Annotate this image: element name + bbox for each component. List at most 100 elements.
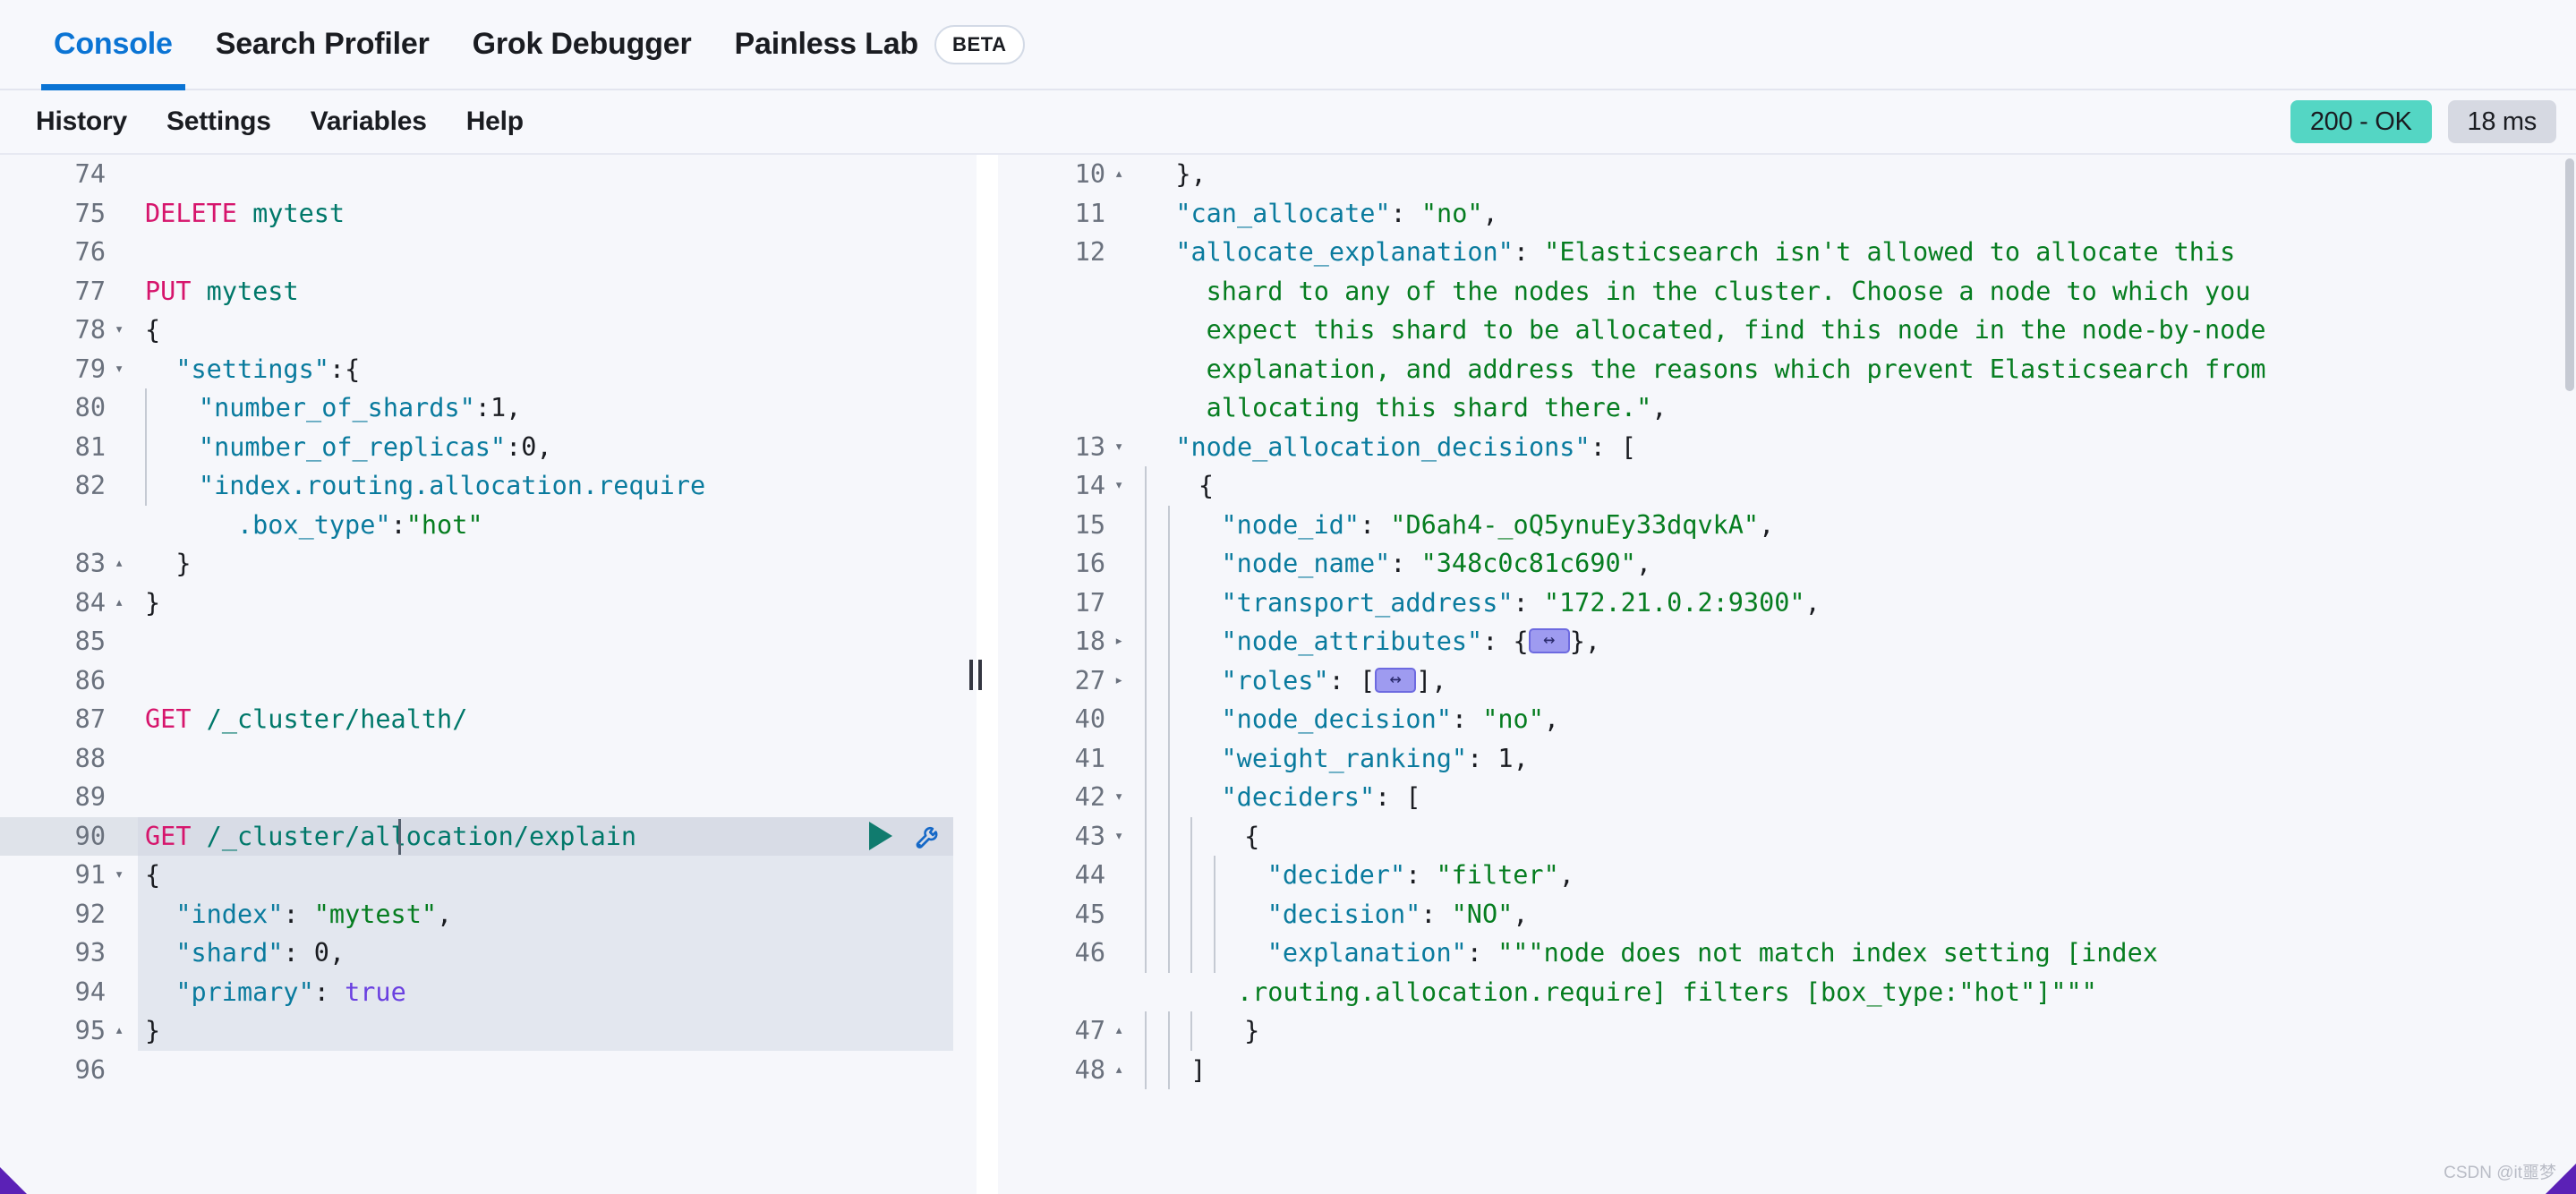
pane-splitter[interactable] (953, 155, 998, 1194)
code-line[interactable]: 77 PUT mytest (0, 272, 953, 311)
code-line[interactable]: 87 GET /_cluster/health/ (0, 700, 953, 739)
code-line[interactable]: 93 "shard": 0, (0, 934, 953, 973)
code-line[interactable]: 17 "transport_address": "172.21.0.2:9300… (998, 583, 2576, 623)
request-editor-pane[interactable]: 74 75 DELETE mytest 76 77 PUT mytest 78 ▾{79 ▾ "… (0, 155, 953, 1194)
indent-guide (145, 388, 168, 428)
code-line[interactable]: 96 (0, 1051, 953, 1090)
code-line[interactable]: 15 "node_id": "D6ah4-_oQ5ynuEy33dqvkA", (998, 505, 2576, 545)
tab-painless-lab[interactable]: Painless Lab BETA (713, 0, 1046, 89)
code-line[interactable]: 90 GET /_cluster/allocation/explain (0, 816, 953, 857)
code-line[interactable]: 40 "node_decision": "no", (998, 700, 2576, 739)
fold-toggle-down-icon[interactable]: ▾ (1113, 778, 1138, 817)
code-line[interactable]: 89 (0, 778, 953, 817)
code-line[interactable]: 14 ▾ { (998, 466, 2576, 506)
fold-toggle-down-icon[interactable]: ▾ (1113, 428, 1138, 467)
code-line[interactable]: 47 ▴ } (998, 1011, 2576, 1051)
code-token: "explanation" (1267, 938, 1467, 968)
code-line[interactable]: 44 "decider": "filter", (998, 856, 2576, 895)
line-number: 92 (74, 899, 106, 929)
code-line[interactable]: 76 (0, 233, 953, 272)
response-time-badge: 18 ms (2447, 100, 2556, 143)
code-line[interactable]: 18 ▸ "node_attributes": {}, (998, 622, 2576, 661)
code-line[interactable]: 46 "explanation": """node does not match… (998, 934, 2576, 1011)
code-line[interactable]: 16 "node_name": "348c0c81c690", (998, 544, 2576, 584)
code-line[interactable]: 79 ▾ "settings":{ (0, 350, 953, 389)
code-content: "can_allocate": "no", (1138, 194, 2576, 234)
fold-toggle-up-icon[interactable]: ▴ (113, 1011, 138, 1051)
wrench-icon[interactable] (914, 821, 944, 851)
toolbar-variables-button[interactable]: Variables (291, 107, 447, 137)
request-actions (869, 817, 944, 857)
code-line[interactable]: 10 ▴ }, (998, 155, 2576, 194)
code-line[interactable]: 74 (0, 155, 953, 194)
code-line[interactable]: 83 ▴ } (0, 544, 953, 584)
code-line[interactable]: 95 ▴} (0, 1011, 953, 1051)
code-content: "roles": [], (1138, 661, 2576, 701)
tab-search-profiler[interactable]: Search Profiler (194, 0, 451, 89)
code-line[interactable]: 91 ▾{ (0, 856, 953, 895)
toolbar-history-button[interactable]: History (16, 107, 147, 137)
code-line[interactable]: 82 "index.routing.allocation.require .bo… (0, 466, 953, 544)
code-line[interactable]: 92 "index": "mytest", (0, 894, 953, 934)
fold-toggle-right-icon[interactable]: ▸ (1113, 622, 1138, 661)
code-line[interactable]: 80 "number_of_shards":1, (0, 388, 953, 428)
fold-toggle-down-icon[interactable]: ▾ (113, 350, 138, 389)
fold-toggle-up-icon[interactable]: ▴ (113, 584, 138, 623)
line-number: 93 (74, 938, 106, 968)
fold-toggle-up-icon[interactable]: ▴ (113, 544, 138, 584)
code-line[interactable]: 78 ▾{ (0, 311, 953, 350)
toolbar-settings-button[interactable]: Settings (147, 107, 291, 137)
code-token: } (145, 587, 161, 618)
request-editor[interactable]: 74 75 DELETE mytest 76 77 PUT mytest 78 ▾{79 ▾ "… (0, 155, 953, 1194)
status-badge: 200 - OK (2290, 100, 2432, 143)
fold-toggle-down-icon[interactable]: ▾ (1113, 466, 1138, 506)
response-editor: 10 ▴ }, 11 "can_allocate": "no", 12 "alloca… (998, 155, 2576, 1194)
code-line[interactable]: 27 ▸ "roles": [], (998, 661, 2576, 701)
code-line[interactable]: 84 ▴} (0, 584, 953, 623)
code-line[interactable]: 85 (0, 622, 953, 661)
code-content: DELETE mytest (138, 194, 953, 234)
code-token: "weight_ranking" (1221, 743, 1468, 773)
code-line[interactable]: 48 ▴] (998, 1050, 2576, 1090)
code-token: : [ (1375, 782, 1421, 812)
code-token: } (1213, 1016, 1260, 1045)
code-line[interactable]: 75 DELETE mytest (0, 194, 953, 234)
line-number: 44 (1074, 860, 1105, 890)
code-line[interactable]: 86 (0, 661, 953, 701)
code-line[interactable]: 13 ▾ "node_allocation_decisions": [ (998, 428, 2576, 467)
fold-toggle-down-icon[interactable]: ▾ (113, 311, 138, 350)
fold-toggle-right-icon[interactable]: ▸ (1113, 661, 1138, 701)
code-token: , (506, 393, 522, 422)
fold-toggle-up-icon[interactable]: ▴ (1113, 1051, 1138, 1090)
code-line[interactable]: 88 (0, 739, 953, 779)
indent-guide (1190, 894, 1214, 934)
text-cursor (398, 818, 401, 855)
code-token: ] (1190, 1054, 1207, 1085)
code-line[interactable]: 11 "can_allocate": "no", (998, 194, 2576, 234)
code-line[interactable]: 12 "allocate_explanation": "Elasticsearc… (998, 233, 2576, 428)
fold-toggle-up-icon[interactable]: ▴ (1113, 155, 1138, 194)
line-number: 84 (74, 587, 106, 618)
code-line[interactable]: 43 ▾ { (998, 816, 2576, 857)
toolbar-help-button[interactable]: Help (447, 107, 543, 137)
fold-toggle-up-icon[interactable]: ▴ (1113, 1011, 1138, 1051)
code-line[interactable]: 42 ▾ "deciders": [ (998, 778, 2576, 817)
tab-console[interactable]: Console (32, 0, 194, 90)
line-number: 16 (1074, 549, 1105, 578)
tab-grok-debugger[interactable]: Grok Debugger (451, 0, 713, 89)
response-viewer-pane[interactable]: 10 ▴ }, 11 "can_allocate": "no", 12 "alloca… (998, 155, 2576, 1194)
fold-toggle-down-icon[interactable]: ▾ (1113, 817, 1138, 857)
play-icon[interactable] (869, 822, 892, 851)
folded-code-widget[interactable] (1375, 667, 1417, 693)
code-line[interactable]: 45 "decision": "NO", (998, 894, 2576, 934)
code-line[interactable]: 94 "primary": true (0, 972, 953, 1011)
code-line[interactable]: 81 "number_of_replicas":0, (0, 427, 953, 467)
line-number: 41 (1074, 743, 1105, 773)
fold-toggle-down-icon[interactable]: ▾ (113, 856, 138, 895)
folded-code-widget[interactable] (1528, 628, 1570, 653)
code-line[interactable]: 41 "weight_ranking": 1, (998, 738, 2576, 779)
